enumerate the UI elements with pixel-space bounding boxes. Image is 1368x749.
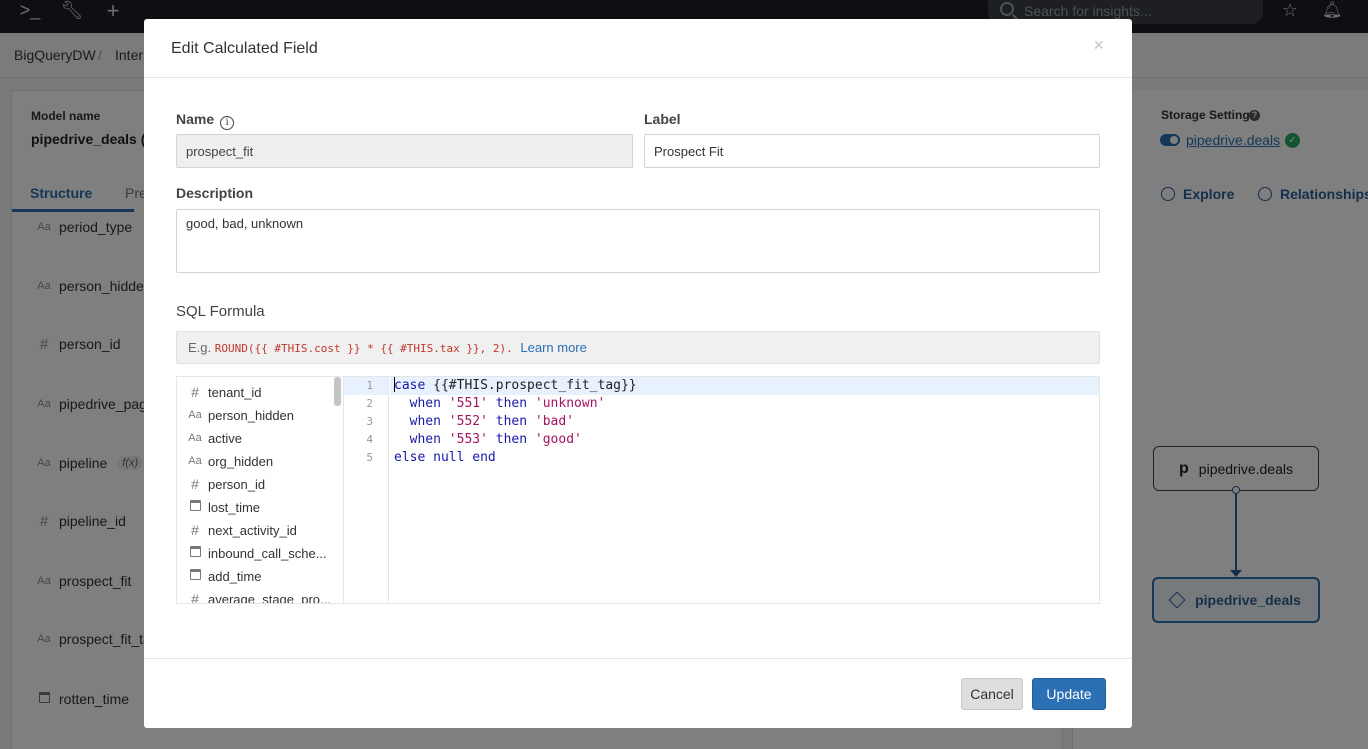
field-name: person_hidden	[208, 407, 295, 423]
text-type-icon: Aa	[188, 432, 202, 444]
sql-keyword: when	[409, 396, 441, 411]
number-type-icon: #	[191, 476, 199, 492]
dialog-header: Edit Calculated Field ×	[144, 19, 1132, 78]
sql-string: '552'	[448, 414, 488, 429]
example-prefix: E.g.	[188, 340, 212, 355]
sql-keyword: when	[409, 414, 441, 429]
code-line: else null end	[394, 450, 496, 465]
field-name: lost_time	[208, 499, 261, 515]
number-type-icon: #	[191, 522, 199, 538]
description-field[interactable]: good, bad, unknown	[176, 209, 1100, 273]
name-label: Name i	[176, 111, 235, 130]
line-number: 5	[366, 451, 373, 464]
list-item[interactable]: # tenant_id	[187, 382, 262, 402]
datetime-type-icon	[187, 569, 203, 583]
dialog-title: Edit Calculated Field	[171, 40, 318, 57]
line-number: 4	[366, 433, 373, 446]
sql-string: 'bad'	[534, 414, 575, 429]
datetime-type-icon	[187, 500, 203, 514]
sql-keyword: when	[409, 432, 441, 447]
list-item[interactable]: add_time	[187, 566, 261, 586]
list-item[interactable]: # next_activity_id	[187, 520, 297, 540]
sql-string: 'good'	[534, 432, 582, 447]
sql-keyword: then	[495, 414, 528, 429]
field-name: active	[208, 430, 242, 446]
label-field[interactable]	[644, 134, 1100, 168]
update-button[interactable]: Update	[1032, 678, 1106, 710]
field-name: org_hidden	[208, 453, 274, 469]
sql-keyword: case	[394, 378, 426, 393]
field-name: inbound_call_sche...	[208, 545, 327, 561]
field-list[interactable]: # tenant_id Aa person_hidden Aa active Aa or…	[177, 377, 344, 603]
field-name: average_stage_pro...	[208, 591, 331, 604]
list-item[interactable]: Aa active	[187, 428, 242, 448]
sql-keyword: then	[495, 432, 528, 447]
code-input[interactable]: case {{#THIS.prospect_fit_tag}} when '55…	[390, 377, 1099, 603]
info-icon[interactable]: i	[220, 116, 235, 130]
list-item[interactable]: # person_id	[187, 474, 265, 494]
field-name: add_time	[208, 568, 262, 584]
sql-formula-label: SQL Formula	[176, 303, 265, 320]
sql-string: 'unknown'	[534, 396, 606, 411]
code-line: when '551' then 'unknown'	[394, 395, 606, 413]
number-type-icon: #	[191, 591, 199, 603]
list-item[interactable]: lost_time	[187, 497, 260, 517]
number-type-icon: #	[191, 384, 199, 400]
field-name: person_id	[208, 476, 266, 492]
formula-example: E.g. ROUND({{ #THIS.cost }} * {{ #THIS.t…	[176, 331, 1100, 364]
field-name: next_activity_id	[208, 522, 297, 538]
code-line: when '552' then 'bad'	[394, 413, 574, 431]
line-number: 2	[366, 397, 373, 410]
sql-expression: {{#THIS.prospect_fit_tag}}	[425, 378, 637, 393]
dialog-footer: Cancel Update	[144, 658, 1132, 728]
description-label: Description	[176, 185, 254, 201]
line-number-gutter: 1 2 3 4 5	[344, 377, 389, 603]
text-type-icon: Aa	[188, 455, 202, 467]
list-item[interactable]: Aa person_hidden	[187, 405, 294, 425]
close-icon[interactable]: ×	[1093, 35, 1104, 56]
edit-calculated-field-dialog: Edit Calculated Field × Namei Label Desc…	[144, 19, 1132, 728]
sql-string: '551'	[448, 396, 488, 411]
sql-keyword: then	[495, 396, 528, 411]
line-number: 3	[366, 415, 373, 428]
list-item[interactable]: inbound_call_sche...	[187, 543, 327, 563]
date-type-icon	[187, 546, 203, 560]
label-label: Label	[644, 111, 681, 127]
cancel-button[interactable]: Cancel	[961, 678, 1023, 710]
learn-more-link[interactable]: Learn more	[520, 340, 586, 355]
code-line: case {{#THIS.prospect_fit_tag}}	[394, 377, 637, 395]
line-number: 1	[366, 379, 373, 392]
name-field[interactable]	[176, 134, 633, 168]
sql-string: '553'	[448, 432, 488, 447]
code-line: when '553' then 'good'	[394, 431, 582, 449]
example-code: ROUND({{ #THIS.cost }} * {{ #THIS.tax }}…	[214, 342, 513, 355]
list-item[interactable]: Aa org_hidden	[187, 451, 273, 471]
text-type-icon: Aa	[188, 409, 202, 421]
field-list-scrollbar[interactable]	[334, 377, 341, 406]
name-label-text: Name	[176, 111, 215, 127]
field-name: tenant_id	[208, 384, 262, 400]
list-item[interactable]: # average_stage_pro...	[187, 589, 331, 603]
sql-editor: # tenant_id Aa person_hidden Aa active Aa or…	[176, 376, 1100, 604]
